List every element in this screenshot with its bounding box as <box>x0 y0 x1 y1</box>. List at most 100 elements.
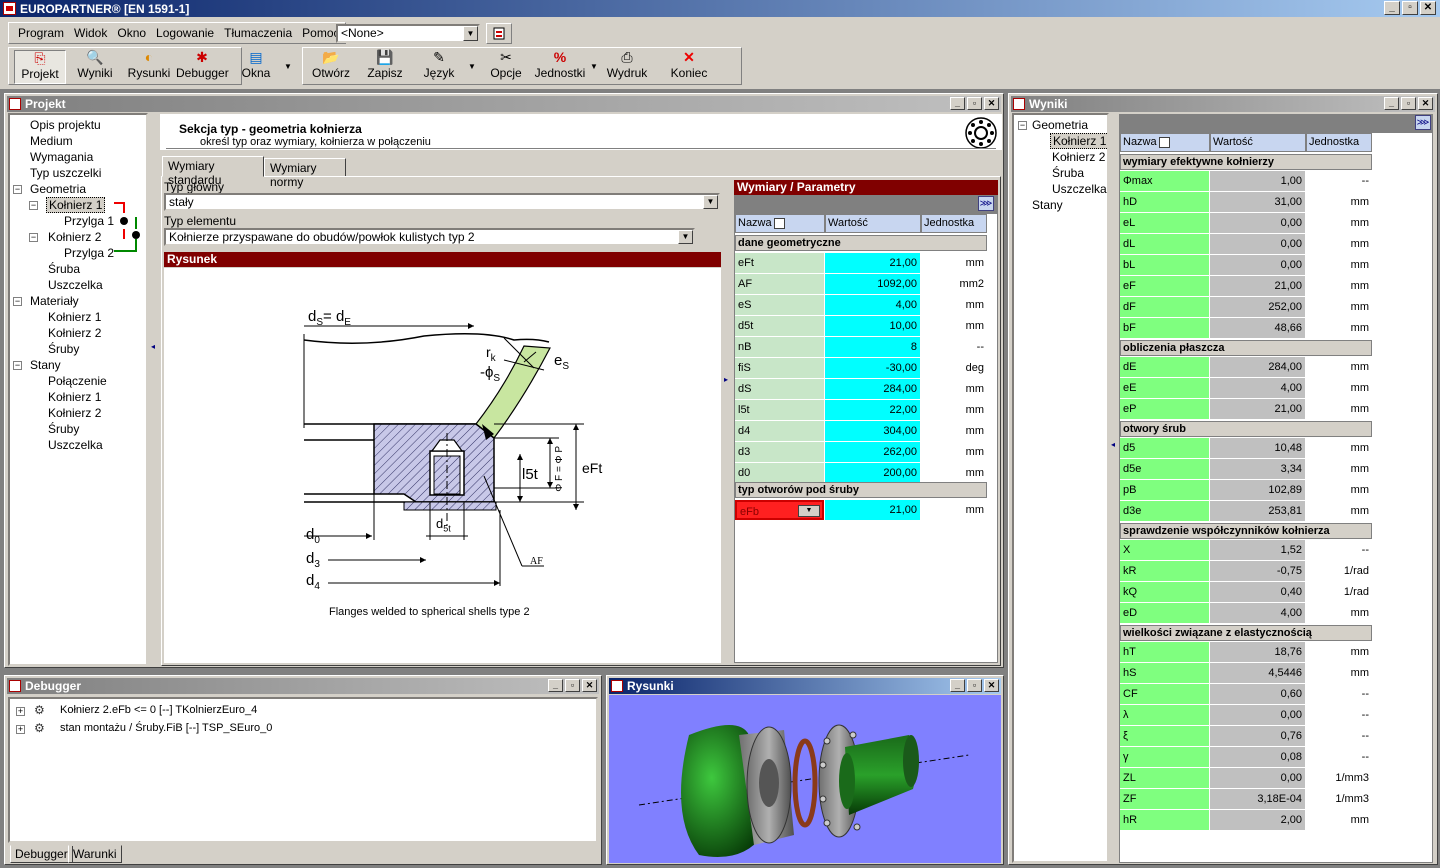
toolbar-okna-button[interactable]: ▤ Okna <box>232 50 280 84</box>
tab-wymiary-normy[interactable]: Wymiary normy <box>264 158 346 189</box>
close-button[interactable]: ✕ <box>1420 1 1436 15</box>
menu-logowanie[interactable]: Logowanie <box>151 26 219 40</box>
tree-collapse-icon[interactable]: − <box>29 201 38 210</box>
wyniki-tree-stany[interactable]: Stany <box>1032 198 1063 212</box>
menu-program[interactable]: Program <box>13 26 69 40</box>
projekt-minimize-button[interactable]: _ <box>950 97 965 110</box>
tree-collapse-icon[interactable]: − <box>13 361 22 370</box>
param-value-cell[interactable]: 4,00 <box>825 295 920 315</box>
tree-stany-kolnierz-1[interactable]: Kołnierz 1 <box>48 390 101 404</box>
wyniki-tree-geometria[interactable]: Geometria <box>1032 118 1088 132</box>
nazwa-checkbox[interactable] <box>773 217 785 229</box>
wyniki-tree-kolnierz-2[interactable]: Kołnierz 2 <box>1052 150 1105 164</box>
col-jednostka-header[interactable]: Jednostka <box>921 214 987 233</box>
wyniki-minimize-button[interactable]: _ <box>1384 97 1399 110</box>
tree-kolnierz-2[interactable]: Kołnierz 2 <box>48 230 101 244</box>
wyniki-tree-kolnierz-1[interactable]: Kołnierz 1 <box>1050 133 1107 149</box>
tab-wymiary-standardu[interactable]: Wymiary standardu <box>162 156 264 187</box>
combo-action-button[interactable] <box>486 23 512 44</box>
tab-warunki[interactable]: Warunki <box>68 845 122 863</box>
toolbar-wyniki-button[interactable]: 🔍 Wyniki <box>70 50 120 84</box>
tree-stany-kolnierz-2[interactable]: Kołnierz 2 <box>48 406 101 420</box>
param-value-cell[interactable]: 200,00 <box>825 463 920 483</box>
tab-debugger[interactable]: Debugger <box>10 845 73 863</box>
jednostki-dropdown-arrow-icon[interactable]: ▼ <box>590 62 598 71</box>
wyniki-titlebar[interactable]: Wyniki _ ▫ ✕ <box>1011 96 1435 112</box>
toolbar-projekt-button[interactable]: ⎘ Projekt <box>14 50 66 84</box>
param-value-cell[interactable]: 10,00 <box>825 316 920 336</box>
tree-geometria[interactable]: Geometria <box>30 182 86 196</box>
projekt-close-button[interactable]: ✕ <box>984 97 999 110</box>
wyniki-maximize-button[interactable]: ▫ <box>1401 97 1416 110</box>
minimize-button[interactable]: _ <box>1384 1 1400 15</box>
tree-materialy-kolnierz-2[interactable]: Kołnierz 2 <box>48 326 101 340</box>
tree-collapse-icon[interactable]: − <box>13 297 22 306</box>
chevron-down-icon[interactable]: ▼ <box>798 505 820 517</box>
tree-splitter[interactable] <box>150 113 158 666</box>
col-nazwa-header[interactable]: Nazwa <box>735 214 825 233</box>
tree-uszczelka[interactable]: Uszczelka <box>48 278 103 292</box>
tree-opis-projektu[interactable]: Opis projektu <box>30 118 101 132</box>
tree-sruba[interactable]: Śruba <box>48 262 80 276</box>
expand-all-icon[interactable]: ⋙ <box>978 196 994 211</box>
chevron-down-icon[interactable]: ▼ <box>463 26 478 41</box>
menu-tlumaczenia[interactable]: Tłumaczenia <box>219 26 297 40</box>
tree-expand-icon[interactable]: + <box>16 725 25 734</box>
tree-stany-sruby[interactable]: Śruby <box>48 422 79 436</box>
wyniki-tree-uszczelka[interactable]: Uszczelka <box>1052 182 1107 196</box>
debugger-titlebar[interactable]: Debugger _ ▫ ✕ <box>7 678 599 694</box>
wyniki-close-button[interactable]: ✕ <box>1418 97 1433 110</box>
jezyk-dropdown-arrow-icon[interactable]: ▼ <box>468 62 476 71</box>
rysunki-close-button[interactable]: ✕ <box>984 679 999 692</box>
toolbar-jednostki-button[interactable]: % Jednostki <box>532 50 588 84</box>
rysunki-minimize-button[interactable]: _ <box>950 679 965 692</box>
projekt-titlebar[interactable]: Projekt _ ▫ ✕ <box>7 96 1001 112</box>
toolbar-zapisz-button[interactable]: 💾 Zapisz <box>360 50 410 84</box>
col-jednostka-header[interactable]: Jednostka <box>1306 133 1372 152</box>
nazwa-checkbox[interactable] <box>1158 136 1170 148</box>
toolbar-rysunki-button[interactable]: ◐ Rysunki <box>124 50 174 84</box>
typ-elementu-select[interactable]: Kołnierze przyspawane do obudów/powłok k… <box>164 228 695 246</box>
toolbar-jezyk-button[interactable]: ✎ Język <box>414 50 464 84</box>
param-value-cell[interactable]: 21,00 <box>825 253 920 273</box>
tree-medium[interactable]: Medium <box>30 134 73 148</box>
rysunki-maximize-button[interactable]: ▫ <box>967 679 982 692</box>
debugger-minimize-button[interactable]: _ <box>548 679 563 692</box>
tree-typ-uszczelki[interactable]: Typ uszczelki <box>30 166 101 180</box>
debugger-item[interactable]: Kołnierz 2.eFb <= 0 [--] TKolnierzEuro_4 <box>60 704 257 716</box>
tree-materialy[interactable]: Materiały <box>30 294 79 308</box>
debugger-maximize-button[interactable]: ▫ <box>565 679 580 692</box>
menu-okno[interactable]: Okno <box>112 26 151 40</box>
param-value-cell[interactable]: 22,00 <box>825 400 920 420</box>
menu-widok[interactable]: Widok <box>69 26 112 40</box>
toolbar-wydruk-button[interactable]: ⎙ Wydruk <box>602 50 652 84</box>
param-value-cell[interactable]: 304,00 <box>825 421 920 441</box>
toolbar-debugger-button[interactable]: ✱ Debugger <box>176 50 229 84</box>
tree-stany[interactable]: Stany <box>30 358 61 372</box>
chevron-down-icon[interactable]: ▼ <box>703 195 718 209</box>
profile-combo[interactable]: <None> ▼ <box>336 24 480 43</box>
typ-glowny-select[interactable]: stały ▼ <box>164 193 720 211</box>
col-wartosc-header[interactable]: Wartość <box>825 214 921 233</box>
restore-button[interactable]: ▫ <box>1402 1 1418 15</box>
tree-przylga-1[interactable]: Przylga 1 <box>64 214 114 228</box>
splitter-collapse-icon[interactable]: ◂ <box>151 342 155 351</box>
debugger-item[interactable]: stan montażu / Śruby.FiB [--] TSP_SEuro_… <box>60 722 272 734</box>
col-nazwa-header[interactable]: Nazwa <box>1120 133 1210 152</box>
splitter-expand-icon[interactable]: ▸ <box>724 375 728 384</box>
tree-collapse-icon[interactable]: − <box>29 233 38 242</box>
toolbar-opcje-button[interactable]: ✂ Opcje <box>482 50 530 84</box>
col-wartosc-header[interactable]: Wartość <box>1210 133 1306 152</box>
toolbar-koniec-button[interactable]: ✕ Koniec <box>664 50 714 84</box>
param-value-cell[interactable]: 1092,00 <box>825 274 920 294</box>
tree-polaczenie[interactable]: Połączenie <box>48 374 107 388</box>
tree-materialy-sruby[interactable]: Śruby <box>48 342 79 356</box>
efb-name-cell[interactable]: eFb ▼ <box>735 500 824 520</box>
wyniki-tree-sruba[interactable]: Śruba <box>1052 166 1084 180</box>
tree-wymagania[interactable]: Wymagania <box>30 150 93 164</box>
param-value-cell[interactable]: 262,00 <box>825 442 920 462</box>
param-value-cell[interactable]: 284,00 <box>825 379 920 399</box>
tree-expand-icon[interactable]: + <box>16 707 25 716</box>
tree-przylga-2[interactable]: Przylga 2 <box>64 246 114 260</box>
splitter-collapse-icon[interactable]: ◂ <box>1111 440 1115 449</box>
